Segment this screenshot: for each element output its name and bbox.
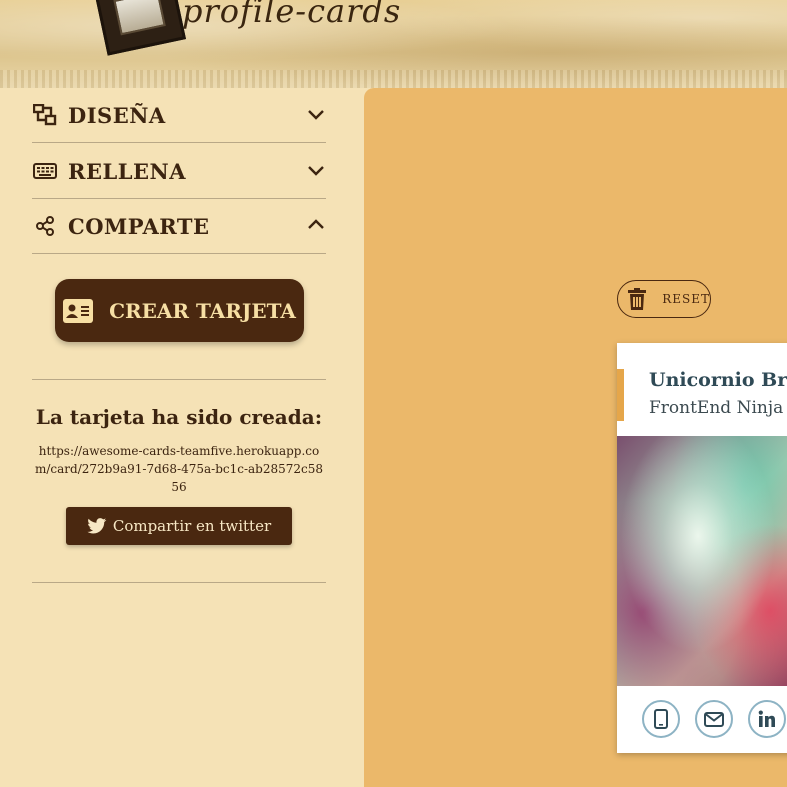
linkedin-icon[interactable] — [748, 700, 786, 738]
chevron-up-icon[interactable] — [306, 215, 326, 235]
chevron-down-icon[interactable] — [306, 160, 326, 180]
twitter-label: Compartir en twitter — [112, 517, 272, 535]
logo-text[interactable]: profile-cards — [182, 0, 401, 30]
section-design[interactable]: DISEÑA — [32, 88, 326, 143]
share-twitter-button[interactable]: Compartir en twitter — [66, 507, 292, 545]
section-share[interactable]: COMPARTE — [32, 199, 326, 254]
reset-button[interactable]: RESET — [617, 280, 711, 318]
create-card-button[interactable]: CREAR TARJETA — [55, 279, 304, 342]
section-label: RELLENA — [68, 158, 186, 184]
twitter-icon — [87, 518, 107, 534]
logo-image[interactable] — [94, 0, 186, 56]
mail-icon[interactable] — [695, 700, 733, 738]
reset-label: RESET — [662, 292, 710, 306]
card-url-link[interactable]: https://awesome-cards-teamfive.herokuapp… — [32, 442, 326, 496]
layout-icon — [32, 104, 58, 126]
divider — [32, 582, 326, 583]
header: profile-cards — [0, 0, 787, 88]
created-title: La tarjeta ha sido creada: — [35, 405, 323, 429]
phone-icon[interactable] — [642, 700, 680, 738]
divider — [32, 379, 326, 380]
profile-card: Unicornio Brav FrontEnd Ninja — [617, 343, 787, 753]
card-photo — [617, 436, 787, 686]
card-job: FrontEnd Ninja — [649, 398, 784, 418]
id-card-icon — [63, 298, 94, 323]
create-card-label: CREAR TARJETA — [109, 298, 296, 323]
keyboard-icon — [32, 160, 58, 182]
section-label: DISEÑA — [68, 102, 166, 128]
chevron-down-icon[interactable] — [306, 104, 326, 124]
section-label: COMPARTE — [68, 213, 210, 239]
trash-icon — [628, 288, 646, 310]
section-fill[interactable]: RELLENA — [32, 144, 326, 199]
card-accent-bar — [617, 369, 624, 421]
share-icon — [32, 215, 58, 237]
card-name: Unicornio Brav — [649, 369, 787, 391]
